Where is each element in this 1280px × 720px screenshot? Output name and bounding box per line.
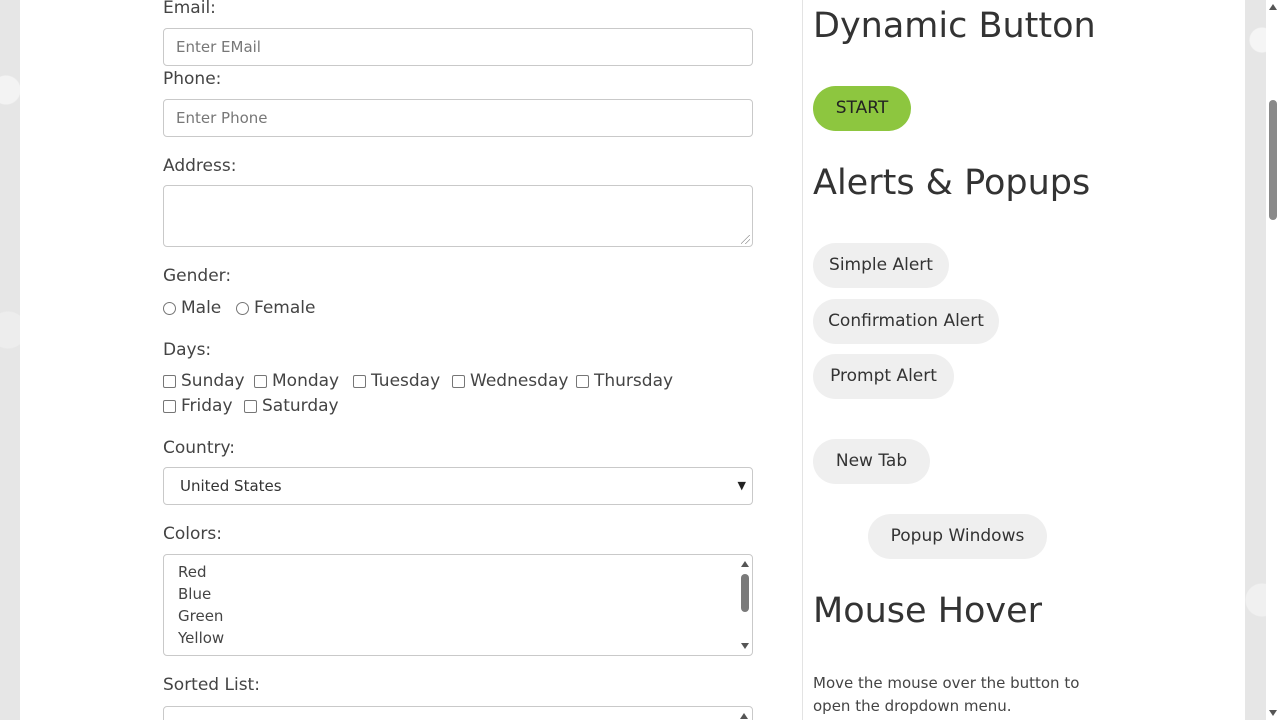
day-option-wednesday[interactable]: Wednesday	[452, 371, 568, 391]
new-tab-button[interactable]: New Tab	[813, 439, 930, 484]
thursday-label: Thursday	[594, 371, 674, 391]
wednesday-label: Wednesday	[470, 371, 569, 391]
confirmation-alert-button[interactable]: Confirmation Alert	[813, 299, 999, 344]
email-field[interactable]: Enter EMail	[163, 28, 753, 66]
scrollbar-thumb[interactable]	[741, 574, 749, 612]
saturday-label: Saturday	[262, 396, 339, 416]
sunday-checkbox[interactable]	[163, 374, 176, 388]
female-label: Female	[254, 298, 316, 318]
day-option-sunday[interactable]: Sunday	[163, 371, 245, 391]
colors-listbox[interactable]: Red Blue Green Yellow	[163, 554, 753, 656]
tuesday-label: Tuesday	[371, 371, 441, 391]
day-option-thursday[interactable]: Thursday	[576, 371, 673, 391]
country-selected-value: United States	[180, 477, 282, 495]
start-button[interactable]: START	[813, 86, 911, 131]
address-label: Address:	[163, 156, 237, 176]
popup-windows-button[interactable]: Popup Windows	[868, 514, 1047, 559]
day-option-saturday[interactable]: Saturday	[244, 396, 339, 416]
address-textarea[interactable]	[163, 185, 753, 247]
alerts-popups-heading: Alerts & Popups	[813, 163, 1091, 203]
saturday-checkbox[interactable]	[244, 399, 257, 413]
days-label: Days:	[163, 340, 212, 360]
day-option-monday[interactable]: Monday	[254, 371, 339, 391]
monday-checkbox[interactable]	[254, 374, 267, 388]
scroll-up-arrow-icon[interactable]	[1269, 4, 1277, 10]
prompt-alert-button[interactable]: Prompt Alert	[813, 354, 954, 399]
country-label: Country:	[163, 438, 236, 458]
female-radio[interactable]	[236, 301, 249, 315]
phone-label: Phone:	[163, 69, 222, 89]
wednesday-checkbox[interactable]	[452, 374, 465, 388]
gender-option-male[interactable]: Male	[163, 298, 221, 318]
color-option-yellow[interactable]: Yellow	[178, 629, 224, 647]
sorted-listbox[interactable]	[163, 706, 753, 720]
monday-label: Monday	[272, 371, 340, 391]
email-label: Email:	[163, 0, 216, 18]
page-scrollbar[interactable]	[1266, 0, 1280, 720]
male-radio[interactable]	[163, 301, 176, 315]
sorted-list-label: Sorted List:	[163, 675, 260, 695]
column-divider	[802, 0, 803, 720]
phone-field[interactable]: Enter Phone	[163, 99, 753, 137]
color-option-blue[interactable]: Blue	[178, 585, 211, 603]
chevron-down-icon: ▼	[737, 479, 746, 492]
scroll-up-arrow-icon[interactable]	[740, 713, 748, 719]
day-option-friday[interactable]: Friday	[163, 396, 233, 416]
sunday-label: Sunday	[181, 371, 245, 391]
dynamic-button-heading: Dynamic Button	[813, 6, 1096, 46]
page-scrollbar-thumb[interactable]	[1269, 100, 1277, 220]
friday-checkbox[interactable]	[163, 399, 176, 413]
resize-grip-icon[interactable]	[741, 235, 750, 244]
gender-label: Gender:	[163, 266, 232, 286]
male-label: Male	[181, 298, 222, 318]
colors-label: Colors:	[163, 524, 222, 544]
scroll-down-arrow-icon[interactable]	[1269, 710, 1277, 716]
color-option-red[interactable]: Red	[178, 563, 207, 581]
colors-scrollbar[interactable]	[738, 555, 752, 655]
country-select[interactable]: United States ▼	[163, 467, 753, 505]
friday-label: Friday	[181, 396, 233, 416]
scroll-up-arrow-icon[interactable]	[741, 561, 749, 567]
mouse-hover-description: Move the mouse over the button to open t…	[813, 674, 1080, 715]
scroll-down-arrow-icon[interactable]	[741, 643, 749, 649]
gender-option-female[interactable]: Female	[236, 298, 315, 318]
day-option-tuesday[interactable]: Tuesday	[353, 371, 440, 391]
thursday-checkbox[interactable]	[576, 374, 589, 388]
tuesday-checkbox[interactable]	[353, 374, 366, 388]
mouse-hover-heading: Mouse Hover	[813, 591, 1043, 631]
color-option-green[interactable]: Green	[178, 607, 223, 625]
simple-alert-button[interactable]: Simple Alert	[813, 243, 949, 288]
